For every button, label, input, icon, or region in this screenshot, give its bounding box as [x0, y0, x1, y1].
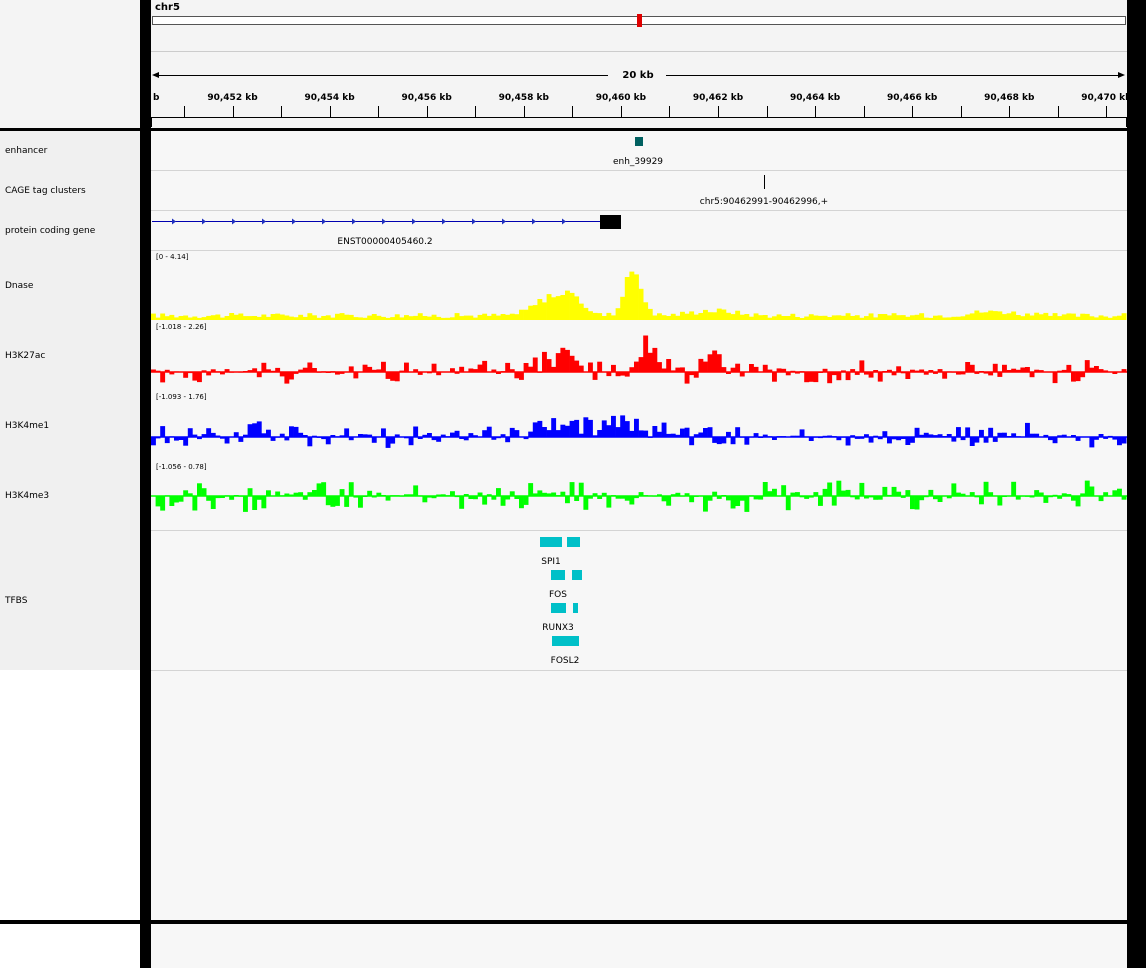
name-panel-bottom	[0, 924, 140, 968]
tfbs-track[interactable]	[0, 0, 1146, 700]
tfbs-spi1-block	[540, 537, 562, 547]
tfbs-runx3-block	[573, 603, 578, 613]
tfbs-fosl2-block	[552, 636, 579, 646]
divider-horizontal-bottom	[0, 920, 1146, 924]
tfbs-fos-block	[551, 570, 565, 580]
name-panel-empty	[0, 670, 140, 920]
tfbs-label-runx3: RUNX3	[542, 623, 574, 633]
tfbs-label-fosl2: FOSL2	[550, 656, 580, 666]
data-panel-bottom	[151, 924, 1127, 968]
tfbs-fos-block	[572, 570, 582, 580]
tfbs-runx3-block	[551, 603, 566, 613]
tfbs-label-fos: FOS	[549, 590, 567, 600]
tfbs-label-spi1: SPI1	[541, 557, 561, 567]
tfbs-spi1-block	[567, 537, 580, 547]
